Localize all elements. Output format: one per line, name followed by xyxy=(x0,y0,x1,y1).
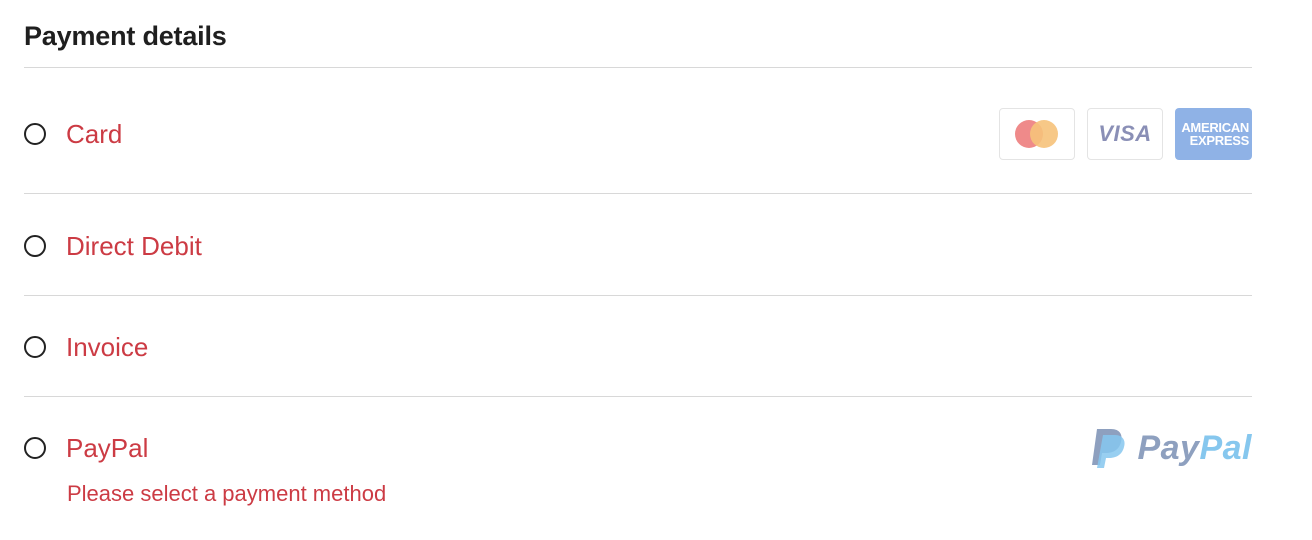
paypal-p-icon xyxy=(1092,429,1126,468)
paypal-pal-text: Pal xyxy=(1199,428,1252,467)
payment-option-paypal[interactable]: PayPal PayPal xyxy=(24,426,1252,470)
paypal-wordmark: PayPal xyxy=(1137,429,1252,468)
option-label-paypal: PayPal xyxy=(66,433,149,463)
paypal-pay-text: Pay xyxy=(1137,428,1200,467)
option-label-direct-debit: Direct Debit xyxy=(66,231,202,261)
paypal-logo: PayPal xyxy=(1089,427,1252,469)
amex-logo: AMERICAN EXPRESS xyxy=(1175,108,1252,160)
option-label-invoice: Invoice xyxy=(66,332,149,362)
option-label-card: Card xyxy=(66,119,123,149)
mastercard-icon xyxy=(1015,120,1059,148)
amex-line2: EXPRESS xyxy=(1189,133,1250,148)
card-brand-logos: VISA AMERICAN EXPRESS xyxy=(999,108,1252,160)
radio-card[interactable] xyxy=(24,123,46,145)
radio-direct-debit[interactable] xyxy=(24,235,46,257)
divider xyxy=(24,295,1252,296)
divider xyxy=(24,67,1252,68)
section-title: Payment details xyxy=(24,21,227,51)
divider xyxy=(24,193,1252,194)
divider xyxy=(24,396,1252,397)
paypal-logo-wrap: PayPal xyxy=(1089,427,1252,469)
visa-logo: VISA xyxy=(1087,108,1163,160)
payment-option-card[interactable]: Card VISA AMERICAN EXPRESS xyxy=(24,108,1252,160)
mastercard-logo xyxy=(999,108,1075,160)
payment-option-invoice[interactable]: Invoice xyxy=(24,325,1252,369)
radio-invoice[interactable] xyxy=(24,336,46,358)
radio-paypal[interactable] xyxy=(24,437,46,459)
payment-details-section: Payment details Card VISA AMERICAN EXPRE… xyxy=(0,0,1312,540)
validation-error: Please select a payment method xyxy=(67,481,387,506)
visa-text: VISA xyxy=(1098,121,1152,146)
payment-option-direct-debit[interactable]: Direct Debit xyxy=(24,224,1252,268)
